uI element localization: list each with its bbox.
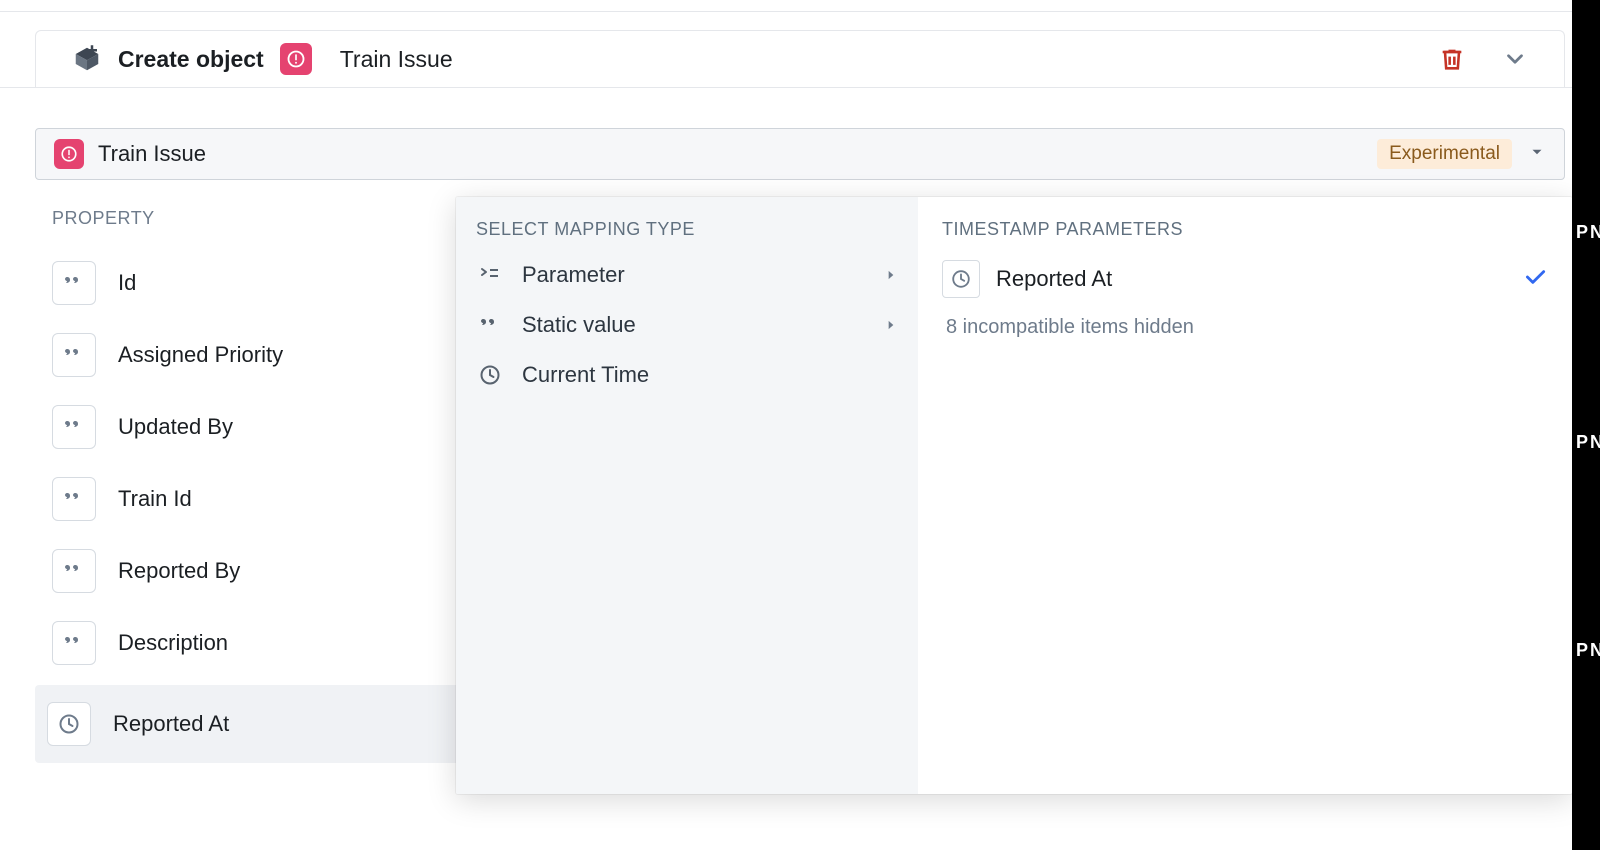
string-type-icon bbox=[52, 549, 96, 593]
object-type-badge bbox=[280, 43, 312, 75]
mapping-option-static-value[interactable]: Static value bbox=[456, 300, 918, 350]
quote-icon bbox=[62, 631, 86, 655]
property-row-description[interactable]: Description bbox=[52, 607, 452, 679]
strip-fragment: PN bbox=[1576, 640, 1600, 661]
mapping-option-current-time[interactable]: Current Time bbox=[456, 350, 918, 400]
quote-icon bbox=[62, 487, 86, 511]
caret-right-icon bbox=[884, 268, 898, 282]
caret-right-icon bbox=[884, 318, 898, 332]
mapping-option-parameter[interactable]: Parameter bbox=[456, 250, 918, 300]
quote-icon bbox=[62, 343, 86, 367]
action-header-right bbox=[1438, 45, 1528, 73]
string-type-icon bbox=[52, 477, 96, 521]
property-label: Description bbox=[118, 630, 228, 656]
string-type-icon bbox=[52, 333, 96, 377]
timestamp-type-icon bbox=[47, 702, 91, 746]
create-object-icon bbox=[72, 44, 102, 74]
delete-button[interactable] bbox=[1438, 45, 1466, 73]
timestamp-param-label: Reported At bbox=[996, 266, 1112, 292]
property-row-train-id[interactable]: Train Id bbox=[52, 463, 452, 535]
property-row-updated-by[interactable]: Updated By bbox=[52, 391, 452, 463]
strip-fragment: PN bbox=[1576, 222, 1600, 243]
submenu-indicator bbox=[884, 262, 898, 288]
property-label: Id bbox=[118, 270, 136, 296]
timestamp-params-panel: TIMESTAMP PARAMETERS Reported At 8 incom… bbox=[918, 197, 1572, 794]
clock-icon bbox=[950, 268, 972, 290]
selected-check bbox=[1522, 264, 1548, 295]
property-row-id[interactable]: Id bbox=[52, 247, 452, 319]
quote-icon bbox=[62, 559, 86, 583]
trash-icon bbox=[1438, 45, 1466, 73]
mapping-option-label: Parameter bbox=[522, 262, 625, 288]
strip-fragment: PN bbox=[1576, 432, 1600, 453]
chevron-down-icon bbox=[1502, 46, 1528, 72]
alert-circle-icon bbox=[60, 145, 78, 163]
mapping-option-label: Static value bbox=[522, 312, 636, 338]
object-banner-title: Train Issue bbox=[98, 141, 206, 167]
action-header-left: Create object Train Issue bbox=[72, 43, 453, 75]
string-type-icon bbox=[52, 405, 96, 449]
mapping-popover: SELECT MAPPING TYPE Parameter Static val… bbox=[456, 197, 1572, 794]
mapping-type-panel: SELECT MAPPING TYPE Parameter Static val… bbox=[456, 197, 918, 794]
quote-icon bbox=[62, 415, 86, 439]
object-banner-dropdown[interactable] bbox=[1528, 143, 1546, 166]
timestamp-type-icon bbox=[942, 260, 980, 298]
property-label: Assigned Priority bbox=[118, 342, 283, 368]
timestamp-param-reported-at[interactable]: Reported At bbox=[942, 250, 1548, 308]
string-type-icon bbox=[52, 261, 96, 305]
parameter-icon bbox=[476, 263, 504, 287]
property-row-reported-by[interactable]: Reported By bbox=[52, 535, 452, 607]
action-header: Create object Train Issue bbox=[35, 30, 1565, 87]
selected-property-label: Reported At bbox=[113, 711, 229, 737]
mapping-type-heading: SELECT MAPPING TYPE bbox=[456, 215, 918, 250]
property-label: Updated By bbox=[118, 414, 233, 440]
right-app-strip: PN PN PN bbox=[1572, 0, 1600, 850]
property-label: Train Id bbox=[118, 486, 192, 512]
hidden-items-note: 8 incompatible items hidden bbox=[942, 308, 1548, 347]
action-title: Create object bbox=[118, 46, 264, 73]
check-icon bbox=[1522, 264, 1548, 290]
object-banner-badge bbox=[54, 139, 84, 169]
object-type-name: Train Issue bbox=[340, 46, 453, 73]
property-label: Reported By bbox=[118, 558, 240, 584]
header-divider bbox=[0, 87, 1600, 88]
string-type-icon bbox=[52, 621, 96, 665]
timestamp-params-heading: TIMESTAMP PARAMETERS bbox=[942, 215, 1548, 250]
mapping-option-label: Current Time bbox=[522, 362, 649, 388]
quote-icon bbox=[476, 313, 504, 337]
property-row-assigned-priority[interactable]: Assigned Priority bbox=[52, 319, 452, 391]
clock-icon bbox=[57, 712, 81, 736]
clock-icon bbox=[476, 363, 504, 387]
object-banner-right: Experimental bbox=[1377, 139, 1546, 169]
window-top-strip bbox=[0, 0, 1600, 12]
quote-icon bbox=[62, 271, 86, 295]
object-banner[interactable]: Train Issue Experimental bbox=[35, 128, 1565, 180]
experimental-tag: Experimental bbox=[1377, 139, 1512, 169]
submenu-indicator bbox=[884, 312, 898, 338]
alert-circle-icon bbox=[286, 49, 306, 69]
collapse-button[interactable] bbox=[1502, 46, 1528, 72]
caret-down-icon bbox=[1528, 143, 1546, 161]
